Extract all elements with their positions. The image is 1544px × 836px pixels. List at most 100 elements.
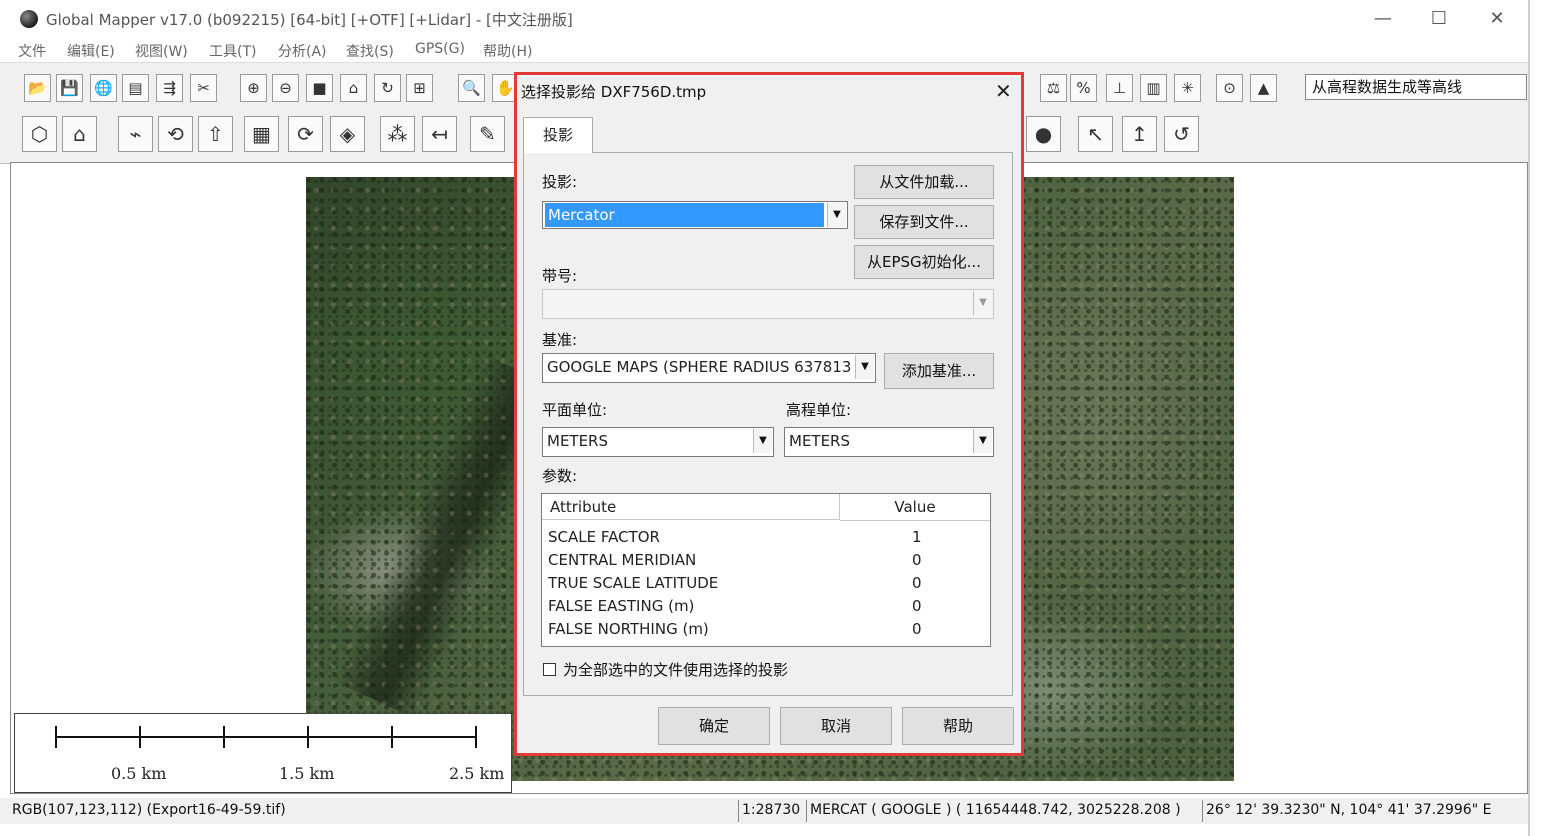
planar-units-label: 平面单位: [542,401,608,419]
redo-up-icon[interactable]: ↥ [1122,116,1157,152]
column-header-value[interactable]: Value [840,494,990,521]
north-arrow-icon[interactable]: ▲ [1250,74,1277,102]
move-icon[interactable]: ⟳ [288,116,323,152]
grid-feature-icon[interactable]: ◈ [330,116,365,152]
stop-icon[interactable]: ■ [306,74,333,102]
menu-file[interactable]: 文件 [18,41,46,61]
chevron-down-icon[interactable]: ▼ [753,429,772,453]
apply-all-label: 为全部选中的文件使用选择的投影 [563,661,789,679]
menu-analysis[interactable]: 分析(A) [278,41,327,61]
status-pixel-info: RGB(107,123,112) (Export16-49-59.tif) [12,802,286,818]
menu-view[interactable]: 视图(W) [135,41,188,61]
cancel-button[interactable]: 取消 [780,707,892,745]
scale-label: 1.5 km [279,764,335,783]
digitize-area-icon[interactable]: ⬡ [22,116,57,152]
toolbar-command-combo[interactable]: 从高程数据生成等高线 [1305,74,1527,100]
dialog-close-button[interactable]: ✕ [995,79,1012,103]
apply-all-checkbox[interactable] [543,663,556,676]
zone-select: ▼ [542,289,994,319]
pages-icon[interactable]: ▥ [1140,74,1167,102]
scale-tick [307,726,309,748]
minimize-button[interactable]: — [1360,4,1406,34]
pen-icon[interactable]: ✎ [470,116,505,152]
tab-projection[interactable]: 投影 [523,117,593,153]
table-cell-attribute: FALSE NORTHING (m) [548,620,709,638]
zoom-in-icon[interactable]: ⊕ [240,74,267,102]
menu-bar: 文件 编辑(E) 视图(W) 工具(T) 分析(A) 查找(S) GPS(G) … [0,38,1530,62]
menu-search[interactable]: 查找(S) [346,41,394,61]
scatter-icon[interactable]: ⁂ [380,116,415,152]
table-cell-value: 0 [912,597,922,615]
edit-line-icon[interactable]: ⌁ [118,116,153,152]
add-datum-button[interactable]: 添加基准... [884,353,994,389]
menu-tools[interactable]: 工具(T) [209,41,256,61]
scale-label: 2.5 km [449,764,505,783]
app-globe-icon [20,10,38,28]
status-separator [806,800,807,822]
projection-value: Mercator [545,203,824,227]
menu-help[interactable]: 帮助(H) [483,41,532,61]
help-button[interactable]: 帮助 [902,707,1014,745]
window-title: Global Mapper v17.0 (b092215) [64-bit] [… [46,11,573,29]
refresh-icon[interactable]: ↻ [374,74,401,102]
scale-tick [475,726,477,748]
close-window-button[interactable]: ✕ [1474,4,1520,34]
chevron-down-icon[interactable]: ▼ [973,429,992,453]
status-scale: 1:28730 [742,802,801,818]
tools-icon[interactable]: ✂ [190,74,217,102]
undo-icon[interactable]: ↖ [1078,116,1113,152]
status-separator [1202,800,1203,822]
status-separator [738,800,739,822]
table-cell-value: 1 [912,528,922,546]
table-cell-attribute: TRUE SCALE LATITUDE [548,574,719,592]
profile-icon[interactable]: ⊥ [1106,74,1133,102]
ok-button[interactable]: 确定 [658,707,770,745]
table-cell-attribute: CENTRAL MERIDIAN [548,551,697,569]
target-icon[interactable]: ⊙ [1216,74,1243,102]
datum-select[interactable]: GOOGLE MAPS (SPHERE RADIUS 637813 ▼ [542,353,876,383]
save-to-file-button[interactable]: 保存到文件... [854,205,994,239]
layers-icon[interactable]: ▤ [122,74,149,102]
window-edge [1528,0,1530,836]
column-header-attribute[interactable]: Attribute [542,494,840,520]
planar-units-select[interactable]: METERS ▼ [542,427,774,457]
zoom-out-icon[interactable]: ⊖ [272,74,299,102]
projection-dialog: 选择投影给 DXF756D.tmp ✕ 投影 投影: 从文件加载... Merc… [514,72,1024,756]
projection-select[interactable]: Mercator ▼ [542,201,848,229]
datum-label: 基准: [542,331,578,349]
parameters-label: 参数: [542,467,578,485]
export-icon[interactable]: ⇶ [156,74,183,102]
save-icon[interactable]: 💾 [56,74,83,102]
star-icon[interactable]: ✳ [1174,74,1201,102]
build-icon[interactable]: ▦ [244,116,279,152]
chevron-down-icon[interactable]: ▼ [827,203,846,227]
percent-icon[interactable]: % [1070,74,1097,102]
menu-gps[interactable]: GPS(G) [415,41,465,57]
globe-icon[interactable]: 🌐 [90,74,117,102]
zone-label: 带号: [542,267,578,285]
parameters-table[interactable]: Attribute Value SCALE FACTOR 1 CENTRAL MER… [541,493,991,647]
redo-icon[interactable]: ↺ [1164,116,1199,152]
home-icon[interactable]: ⌂ [340,74,367,102]
split-icon[interactable]: ↤ [422,116,457,152]
scale-line [55,736,477,738]
init-from-epsg-button[interactable]: 从EPSG初始化... [854,245,994,279]
elevation-units-select[interactable]: METERS ▼ [784,427,994,457]
scale-tick [55,726,57,748]
blob-icon[interactable]: ● [1026,116,1061,152]
grid-icon[interactable]: ⊞ [406,74,433,102]
scale-icon[interactable]: ⚖ [1040,74,1067,102]
add-vertex-icon[interactable]: ⇧ [198,116,233,152]
elevation-units-label: 高程单位: [786,401,852,419]
digitize-line-icon[interactable]: ⌂ [62,116,97,152]
chevron-down-icon[interactable]: ▼ [855,355,874,379]
planar-units-value: METERS [547,432,609,450]
table-cell-value: 0 [912,551,922,569]
scale-tick [391,726,393,748]
maximize-button[interactable]: ☐ [1416,4,1462,34]
menu-edit[interactable]: 编辑(E) [67,41,115,61]
load-from-file-button[interactable]: 从文件加载... [854,165,994,199]
open-folder-icon[interactable]: 📂 [24,74,51,102]
rotate-icon[interactable]: ⟲ [158,116,193,152]
magnifier-icon[interactable]: 🔍 [458,74,485,102]
